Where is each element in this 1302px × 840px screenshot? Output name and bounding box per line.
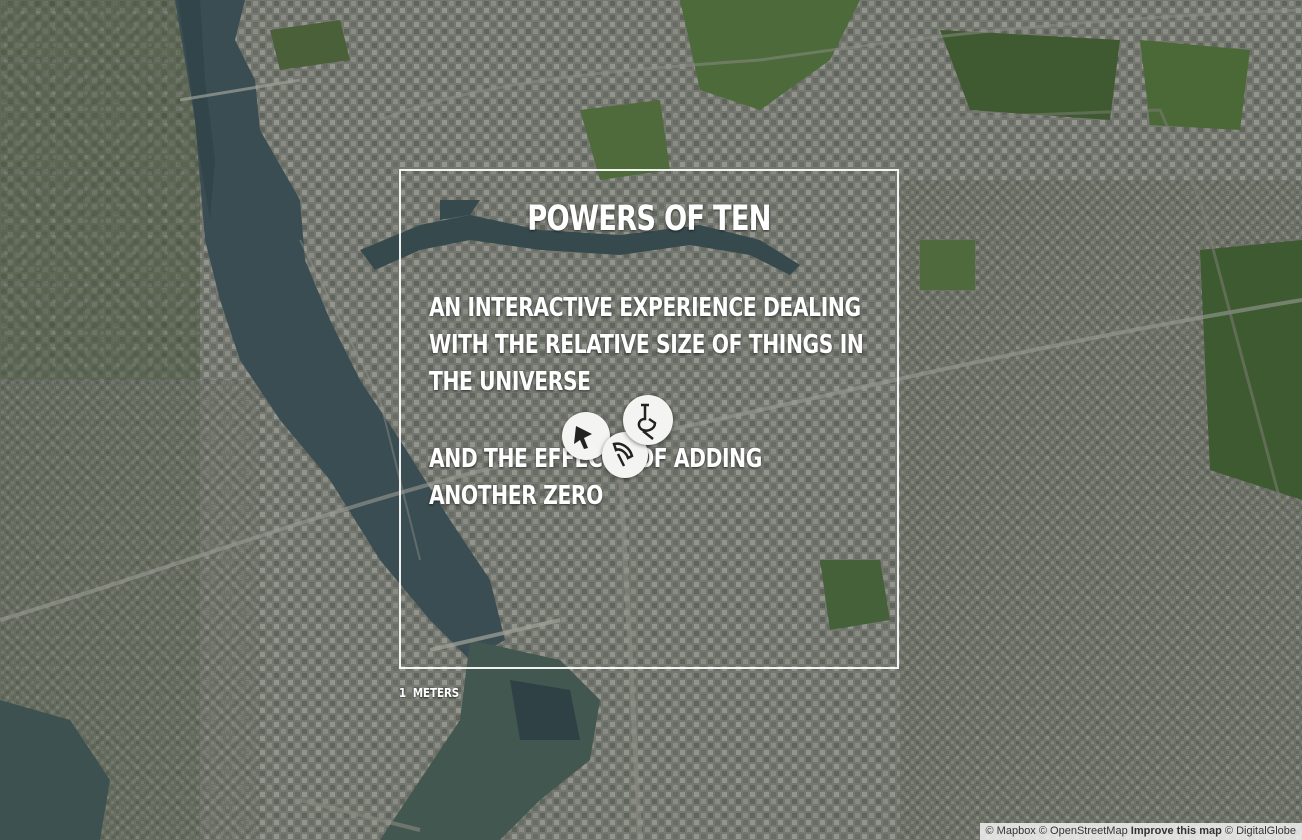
- map-attribution: © Mapbox © OpenStreetMap Improve this ma…: [979, 823, 1302, 840]
- scale-readout: 1 METERS: [399, 686, 459, 700]
- hand-glyph-icon[interactable]: [623, 395, 673, 445]
- mapbox-attribution-link[interactable]: © Mapbox: [986, 825, 1036, 837]
- page-title: POWERS OF TEN: [527, 199, 771, 239]
- intro-paragraph-1: AN INTERACTIVE EXPERIENCE DEALING WITH T…: [429, 293, 864, 397]
- scale-value: 1: [399, 686, 407, 700]
- scale-unit: METERS: [412, 686, 460, 700]
- digitalglobe-attribution-link[interactable]: © DigitalGlobe: [1225, 825, 1296, 837]
- osm-attribution-link[interactable]: © OpenStreetMap: [1039, 825, 1128, 837]
- improve-map-link[interactable]: Improve this map: [1131, 825, 1222, 837]
